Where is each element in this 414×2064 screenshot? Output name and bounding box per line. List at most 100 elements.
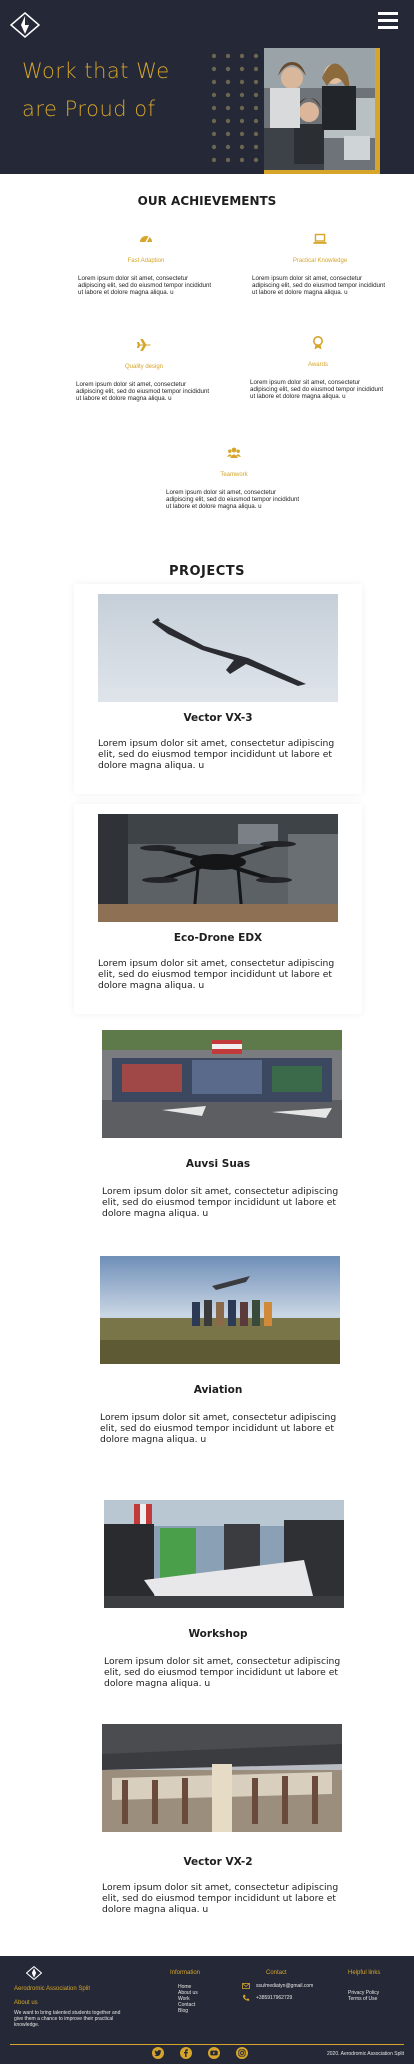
project-name: Eco-Drone EDX	[173, 932, 263, 944]
decorative-dot	[239, 131, 245, 137]
twitter-icon[interactable]	[152, 2047, 164, 2059]
hero-team-photo	[264, 48, 380, 174]
decorative-dot	[253, 79, 259, 85]
decorative-dot	[253, 144, 259, 150]
decorative-dot	[239, 118, 245, 124]
decorative-dot	[225, 66, 231, 72]
dot-pattern-decoration	[211, 53, 259, 163]
decorative-dot	[225, 92, 231, 98]
decorative-dot	[211, 118, 217, 124]
footer-link-terms-of-use[interactable]: Terms of Use	[348, 1996, 377, 2002]
award-ribbon-icon	[313, 336, 323, 350]
project-image	[102, 1030, 342, 1138]
decorative-dot	[211, 79, 217, 85]
youtube-icon[interactable]	[208, 2047, 220, 2059]
facebook-icon[interactable]	[180, 2047, 192, 2059]
footer-information-heading: Information	[170, 1970, 201, 1976]
decorative-dot	[225, 79, 231, 85]
hamburger-menu-icon[interactable]	[378, 12, 398, 30]
decorative-dot	[225, 118, 231, 124]
team-icon	[227, 447, 241, 458]
decorative-dot	[211, 157, 217, 163]
project-name: Auvsi Suas	[185, 1158, 251, 1170]
copyright-text: 2020. Aerodromic Association Split	[327, 2051, 404, 2057]
footer-link-blog[interactable]: Blog	[178, 2008, 188, 2014]
footer-org-name: Aerodromic Association Split	[14, 1986, 91, 1992]
envelope-icon	[242, 1983, 250, 1989]
project-image	[100, 1256, 340, 1364]
achievement-name: Awards	[308, 362, 328, 368]
project-image	[98, 814, 338, 922]
project-card-eco-drone-edx[interactable]: Eco-Drone EDX Lorem ipsum dolor sit amet…	[74, 804, 362, 1014]
achievement-quality-design: Quality design Lorem ipsum dolor sit ame…	[74, 338, 214, 403]
laptop-icon	[313, 233, 327, 244]
decorative-dot	[225, 144, 231, 150]
decorative-dot	[253, 92, 259, 98]
decorative-dot	[239, 92, 245, 98]
achievement-name: Practical Knowledge	[292, 258, 348, 264]
hero-section: Work that We are Proud of	[0, 0, 414, 174]
project-image	[102, 1724, 342, 1832]
project-name: Vector VX-3	[183, 712, 253, 724]
compass-logo-icon[interactable]	[10, 12, 40, 38]
decorative-dot	[225, 53, 231, 59]
decorative-dot	[239, 79, 245, 85]
project-card-auvsi-suas[interactable]: Auvsi Suas Lorem ipsum dolor sit amet, c…	[74, 1024, 362, 1234]
project-card-aviation[interactable]: Aviation Lorem ipsum dolor sit amet, con…	[74, 1250, 362, 1460]
decorative-dot	[239, 53, 245, 59]
airplane-icon	[137, 339, 151, 351]
footer-about-heading: About us	[14, 2000, 38, 2006]
decorative-dot	[239, 105, 245, 111]
decorative-dot	[211, 105, 217, 111]
project-description: Lorem ipsum dolor sit amet, consectetur …	[102, 1186, 339, 1219]
achievement-awards: Awards Lorem ipsum dolor sit amet, conse…	[248, 336, 388, 401]
phone-icon	[243, 1994, 250, 2001]
project-name: Aviation	[193, 1384, 243, 1396]
footer-helpful-heading: Helpful links	[348, 1970, 381, 1976]
project-description: Lorem ipsum dolor sit amet, consectetur …	[98, 958, 335, 991]
hero-title-line-2: are Proud of	[22, 97, 156, 121]
project-description: Lorem ipsum dolor sit amet, consectetur …	[98, 738, 335, 771]
project-card-workshop[interactable]: Workshop Lorem ipsum dolor sit amet, con…	[74, 1494, 362, 1704]
achievement-text: Lorem ipsum dolor sit amet, consectetur …	[166, 489, 300, 511]
decorative-dot	[253, 157, 259, 163]
decorative-dot	[253, 66, 259, 72]
achievement-name: Quality design	[124, 364, 164, 370]
decorative-dot	[239, 144, 245, 150]
decorative-dot	[211, 53, 217, 59]
project-card-vector-vx-2[interactable]: Vector VX-2 Lorem ipsum dolor sit amet, …	[74, 1718, 362, 1948]
achievement-fast-adaption: Fast Adaption Lorem ipsum dolor sit amet…	[76, 232, 216, 297]
projects-title: PROJECTS	[168, 564, 246, 579]
footer-about-text-line: knowledge.	[14, 2022, 40, 2028]
achievements-title: OUR ACHIEVEMENTS	[137, 194, 277, 208]
project-name: Vector VX-2	[183, 1856, 253, 1868]
footer-divider	[10, 2044, 404, 2045]
footer-email-link[interactable]: ssu/mediatyn@gmail.com	[256, 1983, 313, 1989]
hero-title: Work that We are Proud of	[22, 52, 222, 128]
footer-about-text: We want to bring talented students toget…	[14, 2010, 164, 2028]
project-image	[104, 1500, 344, 1608]
achievement-name: Teamwork	[220, 472, 248, 478]
hero-title-line-1: Work that We	[22, 59, 170, 83]
decorative-dot	[239, 66, 245, 72]
decorative-dot	[225, 131, 231, 137]
project-image	[98, 594, 338, 702]
project-description: Lorem ipsum dolor sit amet, consectetur …	[104, 1656, 341, 1689]
achievement-text: Lorem ipsum dolor sit amet, consectetur …	[252, 275, 386, 297]
decorative-dot	[211, 131, 217, 137]
instagram-icon[interactable]	[236, 2047, 248, 2059]
decorative-dot	[253, 131, 259, 137]
decorative-dot	[211, 92, 217, 98]
footer-phone-link[interactable]: +385917962729	[256, 1995, 292, 2001]
achievement-teamwork: Teamwork Lorem ipsum dolor sit amet, con…	[164, 446, 304, 511]
decorative-dot	[253, 53, 259, 59]
decorative-dot	[211, 144, 217, 150]
decorative-dot	[211, 66, 217, 72]
footer: Aerodromic Association Split About us We…	[0, 1956, 414, 2064]
decorative-dot	[239, 157, 245, 163]
decorative-dot	[253, 118, 259, 124]
footer-contact-heading: Contact	[266, 1970, 287, 1976]
project-card-vector-vx-3[interactable]: Vector VX-3 Lorem ipsum dolor sit amet, …	[74, 584, 362, 794]
compass-logo-icon[interactable]	[26, 1966, 42, 1980]
decorative-dot	[225, 157, 231, 163]
